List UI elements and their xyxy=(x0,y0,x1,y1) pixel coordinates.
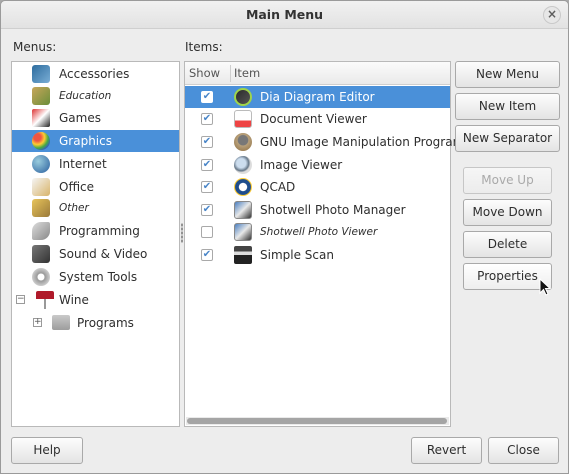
items-label: Items: xyxy=(185,40,223,54)
programming-icon xyxy=(32,222,50,240)
column-divider xyxy=(230,65,231,82)
menu-item-label: Internet xyxy=(59,157,107,171)
menu-item-programs[interactable]: + Programs xyxy=(12,312,179,334)
mouse-pointer-icon xyxy=(539,278,552,296)
new-separator-button[interactable]: New Separator xyxy=(455,125,560,152)
table-row[interactable]: ✔ QCAD xyxy=(185,176,450,198)
dia-icon xyxy=(234,88,252,106)
title-bar: Main Menu × xyxy=(1,1,568,29)
menu-item-label: Programs xyxy=(77,316,134,330)
new-item-button[interactable]: New Item xyxy=(455,93,560,120)
column-header-item[interactable]: Item xyxy=(234,66,260,80)
menu-item-label: Accessories xyxy=(59,67,130,81)
menus-tree[interactable]: Accessories Education Games Graphics Int… xyxy=(11,61,180,427)
table-row[interactable]: ✔ Shotwell Photo Manager xyxy=(185,199,450,221)
menu-item-label: Education xyxy=(59,90,112,102)
item-label: Shotwell Photo Viewer xyxy=(260,226,378,238)
item-label: Document Viewer xyxy=(260,112,367,126)
revert-button[interactable]: Revert xyxy=(411,437,482,464)
office-icon xyxy=(32,178,50,196)
column-header-show[interactable]: Show xyxy=(189,66,220,80)
show-checkbox[interactable]: ✔ xyxy=(201,113,213,125)
item-label: Simple Scan xyxy=(260,248,334,262)
items-table-header: Show Item xyxy=(185,62,450,85)
document-viewer-icon xyxy=(234,110,252,128)
show-checkbox[interactable]: ✔ xyxy=(201,204,213,216)
internet-icon xyxy=(32,155,50,173)
menu-item-office[interactable]: Office xyxy=(12,176,179,198)
graphics-icon xyxy=(32,132,50,150)
menu-item-label: Other xyxy=(59,202,89,214)
menu-item-system-tools[interactable]: System Tools xyxy=(12,266,179,288)
item-label: GNU Image Manipulation Program xyxy=(260,135,465,149)
item-label: Shotwell Photo Manager xyxy=(260,203,406,217)
menu-item-label: Wine xyxy=(59,293,89,307)
shotwell-icon xyxy=(234,201,252,219)
item-label: Dia Diagram Editor xyxy=(260,90,375,104)
menu-item-graphics[interactable]: Graphics xyxy=(12,130,179,152)
menu-item-label: Programming xyxy=(59,224,140,238)
close-button[interactable]: Close xyxy=(488,437,559,464)
expand-icon[interactable]: + xyxy=(33,318,42,327)
folder-icon xyxy=(52,315,70,330)
show-checkbox[interactable]: ✔ xyxy=(201,249,213,261)
scanner-icon xyxy=(234,246,252,264)
window-title: Main Menu xyxy=(245,7,324,22)
show-checkbox[interactable]: ✔ xyxy=(201,136,213,148)
menu-item-games[interactable]: Games xyxy=(12,107,179,129)
menu-item-label: Sound & Video xyxy=(59,247,148,261)
show-checkbox[interactable] xyxy=(201,226,213,238)
show-checkbox[interactable]: ✔ xyxy=(201,91,213,103)
table-row[interactable]: ✔ Simple Scan xyxy=(185,244,450,266)
menu-item-label: Graphics xyxy=(59,134,112,148)
menu-item-other[interactable]: Other xyxy=(12,197,179,219)
scrollbar-thumb[interactable] xyxy=(187,418,447,424)
sound-video-icon xyxy=(32,245,50,263)
gimp-icon xyxy=(234,133,252,151)
table-row[interactable]: ✔ Document Viewer xyxy=(185,108,450,130)
collapse-icon[interactable]: − xyxy=(16,295,25,304)
move-up-button[interactable]: Move Up xyxy=(463,167,552,194)
item-label: QCAD xyxy=(260,180,296,194)
item-label: Image Viewer xyxy=(260,158,343,172)
horizontal-scrollbar[interactable] xyxy=(186,417,449,425)
items-table[interactable]: Show Item ✔ Dia Diagram Editor ✔ Documen… xyxy=(184,61,464,427)
table-row[interactable]: Shotwell Photo Viewer xyxy=(185,221,450,243)
games-icon xyxy=(32,109,50,127)
wine-icon xyxy=(36,291,54,309)
pane-resize-handle[interactable] xyxy=(181,223,183,243)
new-menu-button[interactable]: New Menu xyxy=(455,61,560,88)
menu-item-programming[interactable]: Programming xyxy=(12,220,179,242)
delete-button[interactable]: Delete xyxy=(463,231,552,258)
shotwell-viewer-icon xyxy=(234,223,252,241)
menu-item-label: Games xyxy=(59,111,101,125)
table-row[interactable]: ✔ Image Viewer xyxy=(185,154,450,176)
menu-item-label: System Tools xyxy=(59,270,138,284)
menu-item-wine[interactable]: − Wine xyxy=(12,289,179,311)
menu-item-internet[interactable]: Internet xyxy=(12,153,179,175)
menu-item-label: Office xyxy=(59,180,95,194)
help-button[interactable]: Help xyxy=(11,437,83,464)
menus-label: Menus: xyxy=(13,40,57,54)
image-viewer-icon xyxy=(234,156,252,174)
education-icon xyxy=(32,87,50,105)
window-close-button[interactable]: × xyxy=(543,6,561,24)
menu-item-education[interactable]: Education xyxy=(12,85,179,107)
qcad-icon xyxy=(234,178,252,196)
main-menu-window: Main Menu × Menus: Items: Accessories Ed… xyxy=(0,0,569,474)
other-icon xyxy=(32,199,50,217)
accessories-icon xyxy=(32,65,50,83)
menu-item-sound-video[interactable]: Sound & Video xyxy=(12,243,179,265)
close-icon: × xyxy=(546,7,558,21)
menu-item-accessories[interactable]: Accessories xyxy=(12,63,179,85)
move-down-button[interactable]: Move Down xyxy=(463,199,552,226)
system-tools-icon xyxy=(32,268,50,286)
table-row[interactable]: ✔ GNU Image Manipulation Program xyxy=(185,131,464,153)
show-checkbox[interactable]: ✔ xyxy=(201,181,213,193)
table-row[interactable]: ✔ Dia Diagram Editor xyxy=(185,86,450,108)
show-checkbox[interactable]: ✔ xyxy=(201,159,213,171)
